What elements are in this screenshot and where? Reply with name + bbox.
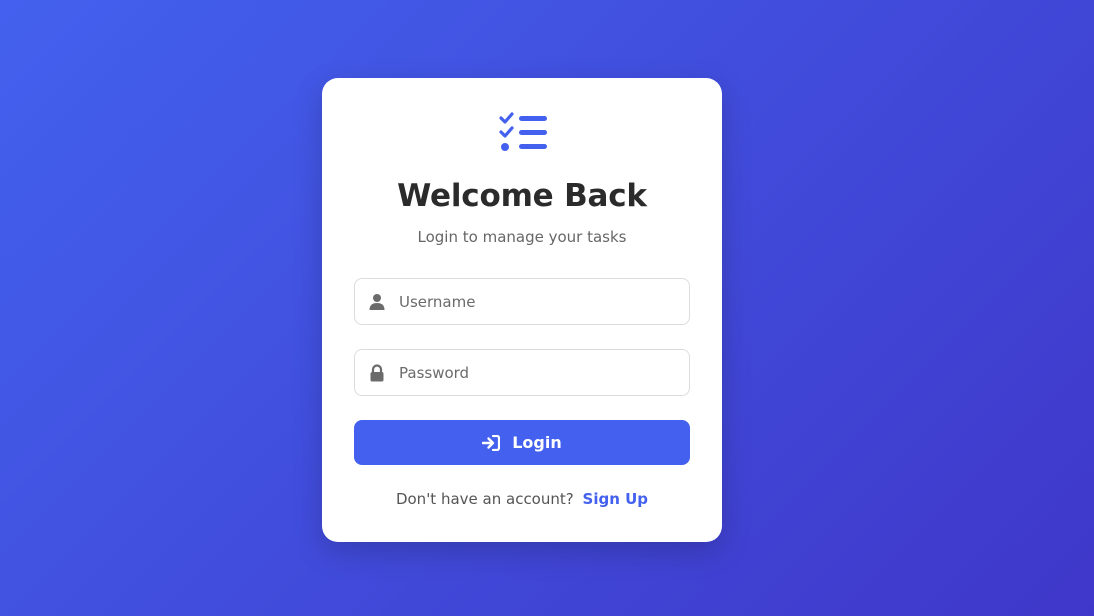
page-subtitle: Login to manage your tasks: [417, 228, 627, 246]
lock-icon: [370, 364, 384, 382]
login-card: Welcome Back Login to manage your tasks …: [322, 78, 722, 542]
user-icon: [369, 294, 385, 310]
login-button-label: Login: [512, 433, 562, 452]
sign-in-icon: [482, 434, 501, 451]
password-input[interactable]: [399, 350, 679, 395]
login-button[interactable]: Login: [354, 420, 690, 465]
username-field[interactable]: [354, 278, 690, 325]
password-field[interactable]: [354, 349, 690, 396]
list-check-icon: [499, 112, 547, 151]
signup-prompt: Don't have an account? Sign Up: [322, 490, 722, 508]
username-input[interactable]: [399, 279, 679, 324]
page-title: Welcome Back: [397, 178, 647, 214]
signup-prompt-text: Don't have an account?: [395, 490, 574, 508]
signup-link[interactable]: Sign Up: [583, 490, 649, 508]
